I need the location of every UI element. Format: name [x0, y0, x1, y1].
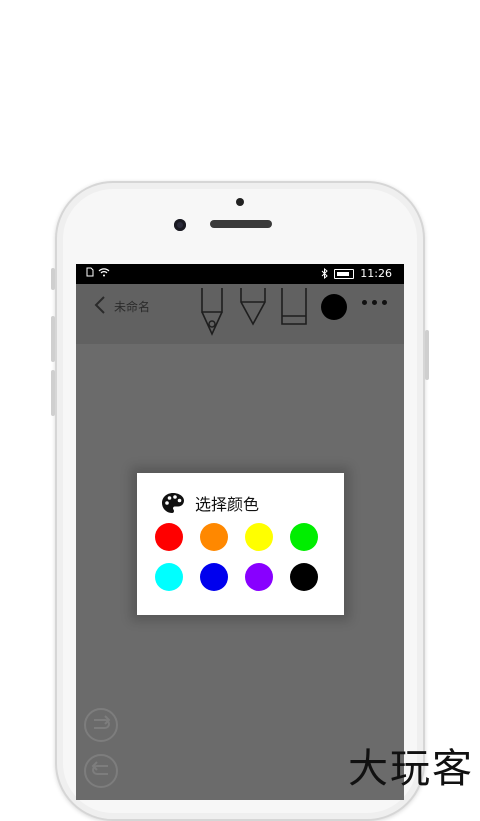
phone-power-button: [425, 330, 429, 380]
dialog-title: 选择颜色: [195, 495, 260, 514]
color-swatch[interactable]: [245, 523, 273, 551]
undo-button[interactable]: [84, 754, 118, 788]
status-time: 11:26: [360, 267, 392, 280]
earpiece-speaker: [210, 220, 272, 228]
color-swatch[interactable]: [290, 563, 318, 591]
toolbar: 未命名: [76, 284, 404, 344]
marker-pen-tool-icon[interactable]: [239, 288, 267, 326]
color-swatch[interactable]: [200, 523, 228, 551]
color-picker-dialog: 选择颜色: [137, 473, 344, 615]
status-bar: 11:26: [76, 264, 404, 284]
phone-mute-switch: [51, 268, 55, 290]
more-options-button[interactable]: [362, 300, 387, 305]
undo-arrow-icon: [91, 761, 108, 775]
color-swatch[interactable]: [290, 523, 318, 551]
phone-volume-down: [51, 370, 55, 416]
more-dot-icon: [372, 300, 377, 305]
wifi-icon: [98, 268, 110, 277]
current-color-button[interactable]: [321, 294, 347, 320]
more-dot-icon: [362, 300, 367, 305]
redo-arrow-icon: [94, 715, 111, 729]
palette-icon: [162, 493, 184, 513]
bluetooth-icon: [321, 268, 329, 279]
more-dot-icon: [382, 300, 387, 305]
battery-icon: [334, 268, 355, 279]
back-arrow-icon[interactable]: [90, 294, 110, 316]
color-swatch[interactable]: [155, 523, 183, 551]
eraser-tool-icon[interactable]: [280, 288, 308, 326]
sim-icon: [86, 267, 94, 277]
proximity-sensor: [236, 198, 244, 206]
color-swatch[interactable]: [200, 563, 228, 591]
redo-button[interactable]: [84, 708, 118, 742]
watermark-logo: 大玩客: [348, 746, 474, 792]
fountain-pen-tool-icon[interactable]: [198, 288, 226, 336]
color-swatch[interactable]: [155, 563, 183, 591]
phone-volume-up: [51, 316, 55, 362]
color-swatch[interactable]: [245, 563, 273, 591]
front-camera: [174, 219, 186, 231]
document-title: 未命名: [114, 300, 151, 314]
